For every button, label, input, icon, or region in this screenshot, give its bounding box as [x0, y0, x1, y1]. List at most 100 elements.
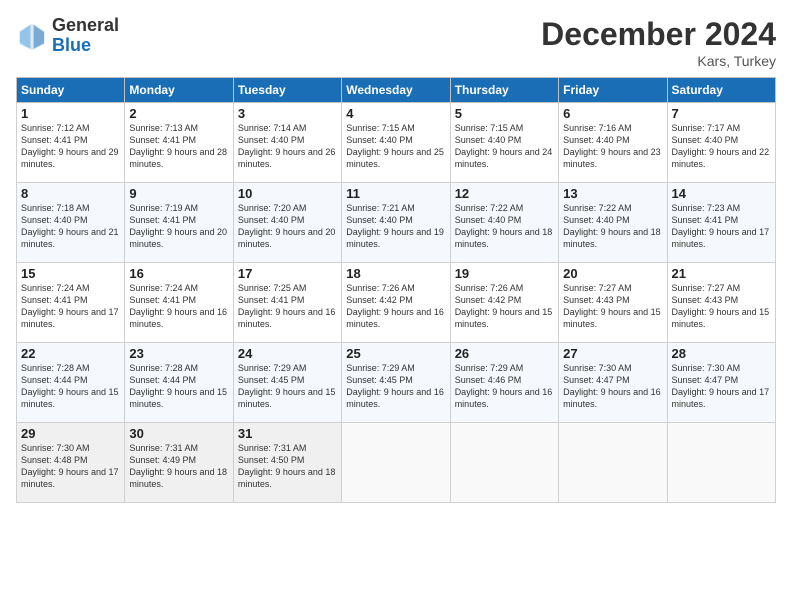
cell-info: Sunrise: 7:24 AMSunset: 4:41 PMDaylight:… [129, 282, 228, 331]
month-title: December 2024 [541, 16, 776, 53]
cell-info: Sunrise: 7:30 AMSunset: 4:48 PMDaylight:… [21, 442, 120, 491]
day-number: 12 [455, 186, 554, 201]
day-number: 11 [346, 186, 445, 201]
calendar-cell: 6Sunrise: 7:16 AMSunset: 4:40 PMDaylight… [559, 103, 667, 183]
day-number: 20 [563, 266, 662, 281]
cell-info: Sunrise: 7:29 AMSunset: 4:45 PMDaylight:… [346, 362, 445, 411]
cell-info: Sunrise: 7:15 AMSunset: 4:40 PMDaylight:… [346, 122, 445, 171]
day-number: 10 [238, 186, 337, 201]
cell-info: Sunrise: 7:26 AMSunset: 4:42 PMDaylight:… [455, 282, 554, 331]
day-number: 21 [672, 266, 771, 281]
cell-info: Sunrise: 7:21 AMSunset: 4:40 PMDaylight:… [346, 202, 445, 251]
calendar-cell: 25Sunrise: 7:29 AMSunset: 4:45 PMDayligh… [342, 343, 450, 423]
day-number: 22 [21, 346, 120, 361]
title-area: December 2024 Kars, Turkey [541, 16, 776, 69]
day-number: 25 [346, 346, 445, 361]
calendar-cell: 4Sunrise: 7:15 AMSunset: 4:40 PMDaylight… [342, 103, 450, 183]
calendar-cell: 2Sunrise: 7:13 AMSunset: 4:41 PMDaylight… [125, 103, 233, 183]
cell-info: Sunrise: 7:30 AMSunset: 4:47 PMDaylight:… [563, 362, 662, 411]
day-number: 13 [563, 186, 662, 201]
calendar-cell: 16Sunrise: 7:24 AMSunset: 4:41 PMDayligh… [125, 263, 233, 343]
day-number: 24 [238, 346, 337, 361]
cell-info: Sunrise: 7:28 AMSunset: 4:44 PMDaylight:… [129, 362, 228, 411]
calendar-header-row: SundayMondayTuesdayWednesdayThursdayFrid… [17, 78, 776, 103]
calendar-cell: 29Sunrise: 7:30 AMSunset: 4:48 PMDayligh… [17, 423, 125, 503]
day-header-wednesday: Wednesday [342, 78, 450, 103]
day-number: 8 [21, 186, 120, 201]
calendar-cell: 27Sunrise: 7:30 AMSunset: 4:47 PMDayligh… [559, 343, 667, 423]
logo-icon [16, 20, 48, 52]
calendar-cell: 20Sunrise: 7:27 AMSunset: 4:43 PMDayligh… [559, 263, 667, 343]
cell-info: Sunrise: 7:18 AMSunset: 4:40 PMDaylight:… [21, 202, 120, 251]
cell-info: Sunrise: 7:15 AMSunset: 4:40 PMDaylight:… [455, 122, 554, 171]
cell-info: Sunrise: 7:14 AMSunset: 4:40 PMDaylight:… [238, 122, 337, 171]
calendar-cell: 30Sunrise: 7:31 AMSunset: 4:49 PMDayligh… [125, 423, 233, 503]
day-number: 1 [21, 106, 120, 121]
cell-info: Sunrise: 7:30 AMSunset: 4:47 PMDaylight:… [672, 362, 771, 411]
calendar-cell: 11Sunrise: 7:21 AMSunset: 4:40 PMDayligh… [342, 183, 450, 263]
calendar-cell: 8Sunrise: 7:18 AMSunset: 4:40 PMDaylight… [17, 183, 125, 263]
calendar-cell: 9Sunrise: 7:19 AMSunset: 4:41 PMDaylight… [125, 183, 233, 263]
day-number: 18 [346, 266, 445, 281]
cell-info: Sunrise: 7:31 AMSunset: 4:49 PMDaylight:… [129, 442, 228, 491]
calendar-week-4: 22Sunrise: 7:28 AMSunset: 4:44 PMDayligh… [17, 343, 776, 423]
calendar-week-2: 8Sunrise: 7:18 AMSunset: 4:40 PMDaylight… [17, 183, 776, 263]
logo-blue: Blue [52, 36, 119, 56]
day-number: 26 [455, 346, 554, 361]
cell-info: Sunrise: 7:25 AMSunset: 4:41 PMDaylight:… [238, 282, 337, 331]
day-number: 7 [672, 106, 771, 121]
cell-info: Sunrise: 7:24 AMSunset: 4:41 PMDaylight:… [21, 282, 120, 331]
day-number: 17 [238, 266, 337, 281]
day-number: 19 [455, 266, 554, 281]
cell-info: Sunrise: 7:22 AMSunset: 4:40 PMDaylight:… [455, 202, 554, 251]
calendar-cell [342, 423, 450, 503]
cell-info: Sunrise: 7:26 AMSunset: 4:42 PMDaylight:… [346, 282, 445, 331]
calendar-cell: 19Sunrise: 7:26 AMSunset: 4:42 PMDayligh… [450, 263, 558, 343]
cell-info: Sunrise: 7:29 AMSunset: 4:46 PMDaylight:… [455, 362, 554, 411]
day-header-tuesday: Tuesday [233, 78, 341, 103]
calendar-cell: 13Sunrise: 7:22 AMSunset: 4:40 PMDayligh… [559, 183, 667, 263]
cell-info: Sunrise: 7:22 AMSunset: 4:40 PMDaylight:… [563, 202, 662, 251]
subtitle: Kars, Turkey [541, 53, 776, 69]
calendar-cell: 1Sunrise: 7:12 AMSunset: 4:41 PMDaylight… [17, 103, 125, 183]
calendar-week-1: 1Sunrise: 7:12 AMSunset: 4:41 PMDaylight… [17, 103, 776, 183]
cell-info: Sunrise: 7:20 AMSunset: 4:40 PMDaylight:… [238, 202, 337, 251]
day-number: 2 [129, 106, 228, 121]
day-header-friday: Friday [559, 78, 667, 103]
calendar-cell: 12Sunrise: 7:22 AMSunset: 4:40 PMDayligh… [450, 183, 558, 263]
day-number: 14 [672, 186, 771, 201]
logo-text: General Blue [52, 16, 119, 56]
day-number: 30 [129, 426, 228, 441]
calendar-cell: 3Sunrise: 7:14 AMSunset: 4:40 PMDaylight… [233, 103, 341, 183]
cell-info: Sunrise: 7:28 AMSunset: 4:44 PMDaylight:… [21, 362, 120, 411]
calendar-cell [450, 423, 558, 503]
cell-info: Sunrise: 7:12 AMSunset: 4:41 PMDaylight:… [21, 122, 120, 171]
calendar-cell: 24Sunrise: 7:29 AMSunset: 4:45 PMDayligh… [233, 343, 341, 423]
calendar-cell: 23Sunrise: 7:28 AMSunset: 4:44 PMDayligh… [125, 343, 233, 423]
calendar-cell: 21Sunrise: 7:27 AMSunset: 4:43 PMDayligh… [667, 263, 775, 343]
day-number: 16 [129, 266, 228, 281]
cell-info: Sunrise: 7:19 AMSunset: 4:41 PMDaylight:… [129, 202, 228, 251]
page: General Blue December 2024 Kars, Turkey … [0, 0, 792, 612]
calendar-cell: 14Sunrise: 7:23 AMSunset: 4:41 PMDayligh… [667, 183, 775, 263]
calendar-cell: 26Sunrise: 7:29 AMSunset: 4:46 PMDayligh… [450, 343, 558, 423]
day-number: 15 [21, 266, 120, 281]
day-number: 28 [672, 346, 771, 361]
day-number: 31 [238, 426, 337, 441]
cell-info: Sunrise: 7:17 AMSunset: 4:40 PMDaylight:… [672, 122, 771, 171]
cell-info: Sunrise: 7:31 AMSunset: 4:50 PMDaylight:… [238, 442, 337, 491]
calendar-cell [667, 423, 775, 503]
cell-info: Sunrise: 7:29 AMSunset: 4:45 PMDaylight:… [238, 362, 337, 411]
calendar-cell: 7Sunrise: 7:17 AMSunset: 4:40 PMDaylight… [667, 103, 775, 183]
day-header-sunday: Sunday [17, 78, 125, 103]
day-number: 5 [455, 106, 554, 121]
calendar-week-5: 29Sunrise: 7:30 AMSunset: 4:48 PMDayligh… [17, 423, 776, 503]
calendar-cell [559, 423, 667, 503]
calendar-cell: 28Sunrise: 7:30 AMSunset: 4:47 PMDayligh… [667, 343, 775, 423]
calendar-cell: 17Sunrise: 7:25 AMSunset: 4:41 PMDayligh… [233, 263, 341, 343]
day-header-thursday: Thursday [450, 78, 558, 103]
calendar-cell: 5Sunrise: 7:15 AMSunset: 4:40 PMDaylight… [450, 103, 558, 183]
day-number: 6 [563, 106, 662, 121]
day-number: 23 [129, 346, 228, 361]
cell-info: Sunrise: 7:27 AMSunset: 4:43 PMDaylight:… [563, 282, 662, 331]
